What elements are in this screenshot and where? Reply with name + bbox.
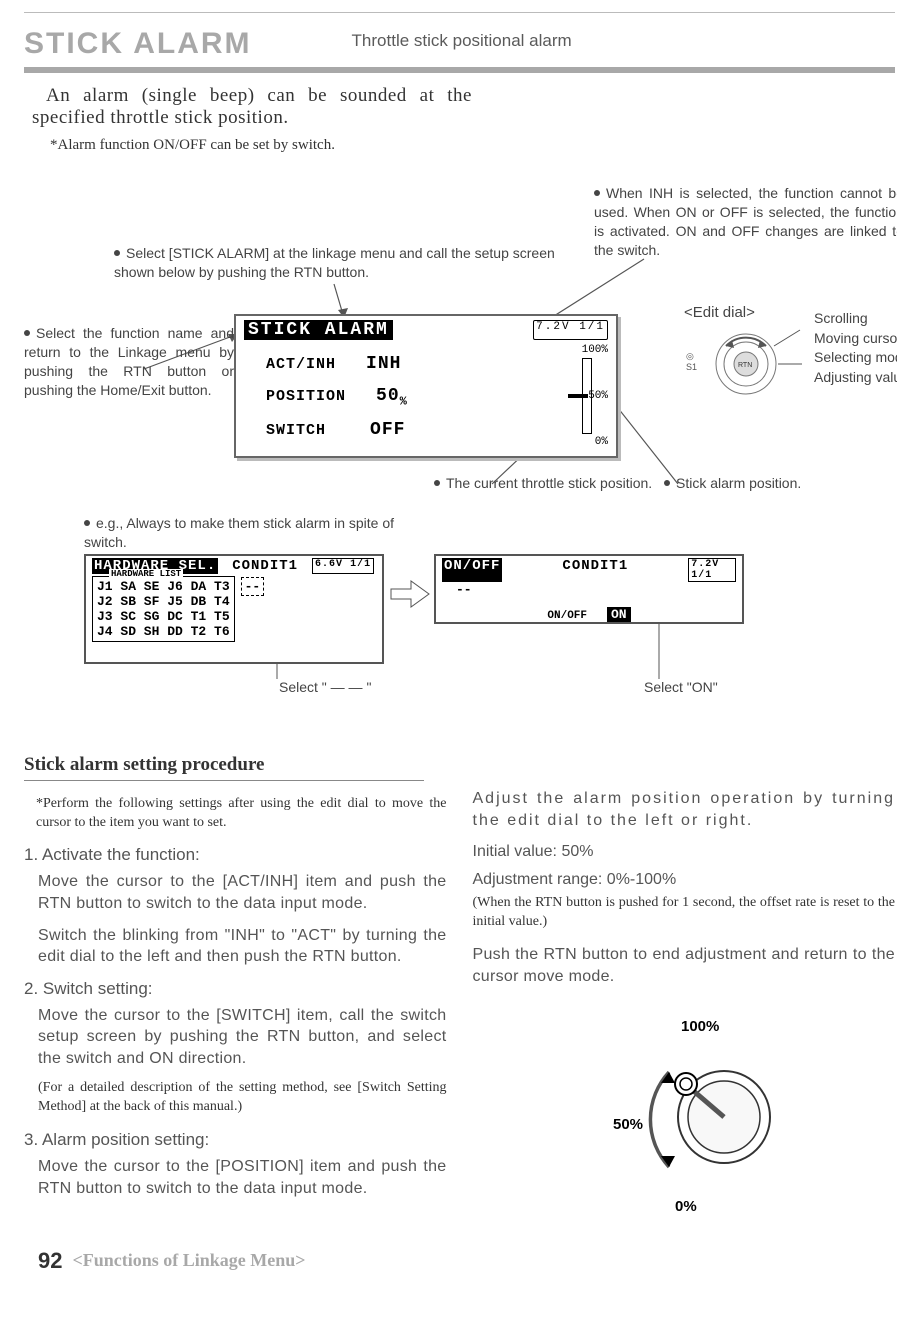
scale-0: 0% <box>595 436 608 448</box>
callout-stick-pos: Stick alarm position. <box>664 474 864 493</box>
scale-100: 100% <box>582 344 608 356</box>
on-cond: CONDIT1 <box>562 558 628 582</box>
right-t2: Initial value: 50% <box>473 841 896 863</box>
stick-50: 50% <box>613 1116 643 1133</box>
on-dash: -- <box>442 582 736 597</box>
lcd-row1-val: INH <box>366 354 401 374</box>
footer-section: <Functions of Linkage Menu> <box>72 1250 305 1271</box>
note-select-dashes: Select " — — " <box>279 679 371 695</box>
callout-current-pos: The current throttle stick position. <box>434 474 654 493</box>
on-val: ON <box>607 607 631 622</box>
dial-scrolling: Scrolling <box>814 309 897 329</box>
step2-note: (For a detailed description of the setti… <box>38 1079 447 1117</box>
step1-body1: Move the cursor to the [ACT/INH] item an… <box>38 871 447 914</box>
stick-0: 0% <box>675 1198 697 1215</box>
hw-list: J1 SA SE J6 DA T3 J2 SB SF J5 DB T4 J3 S… <box>92 576 235 642</box>
lcd-hardware: HARDWARE SEL. CONDIT1 6.6V 1/1 J1 SA SE … <box>84 554 384 664</box>
page-subtitle: Throttle stick positional alarm <box>352 31 572 51</box>
lcd-main-title: STICK ALARM <box>244 320 393 340</box>
dial-b2: Selecting mode <box>814 349 897 365</box>
lcd-row1-label: ACT/INH <box>266 356 336 373</box>
step3-body1: Move the cursor to the [POSITION] item a… <box>38 1156 447 1199</box>
step2-heading: 2. Switch setting: <box>24 978 447 1001</box>
hw-batt: 6.6V 1/1 <box>312 558 374 574</box>
step3-heading: 3. Alarm position setting: <box>24 1129 447 1152</box>
svg-text:◎: ◎ <box>686 351 694 361</box>
right-t4: Push the RTN button to end adjustment an… <box>473 944 896 987</box>
lcd-row3-val: OFF <box>370 420 405 440</box>
lcd-row2-label: POSITION <box>266 388 346 405</box>
procedure-prenote: *Perform the following settings after us… <box>36 795 447 833</box>
step1-body2: Switch the blinking from "INH" to "ACT" … <box>38 925 447 968</box>
on-batt: 7.2V 1/1 <box>688 558 736 582</box>
callout-select-menu: Select [STICK ALARM] at the linkage menu… <box>114 244 584 282</box>
svg-text:RTN: RTN <box>738 362 752 369</box>
dial-b1: Moving cursor <box>814 330 897 346</box>
note-select-on: Select "ON" <box>644 679 718 695</box>
edit-dial-label: <Edit dial> <box>684 304 755 321</box>
stick-100: 100% <box>681 1018 719 1035</box>
left-column: Stick alarm setting procedure *Perform t… <box>24 752 447 1224</box>
dial-b3: Adjusting value <box>814 369 897 385</box>
stick-diagram: 100% 50% 0% <box>473 1017 896 1224</box>
intro-text: An alarm (single beep) can be sounded at… <box>32 85 472 129</box>
callout-inh: When INH is selected, the function canno… <box>594 184 897 260</box>
page-number: 92 <box>38 1248 62 1274</box>
on-title: ON/OFF <box>442 558 502 582</box>
hw-cond: CONDIT1 <box>232 558 298 574</box>
edit-dial: <Edit dial> ◎ S1 RTN Scrolling Moving cu… <box>684 314 804 419</box>
hw-dash: -- <box>241 577 265 596</box>
diagram-zone: Select [STICK ALARM] at the linkage menu… <box>24 184 895 744</box>
svg-text:S1: S1 <box>686 362 697 372</box>
lcd-row3-label: SWITCH <box>266 422 326 439</box>
on-label: ON/OFF <box>547 610 587 622</box>
page-title: STICK ALARM <box>24 27 252 61</box>
intro-note: *Alarm function ON/OFF can be set by swi… <box>50 137 895 154</box>
right-t3: Adjustment range: 0%-100% <box>473 869 896 891</box>
right-t1: Adjust the alarm position operation by t… <box>473 788 896 831</box>
step2-body1: Move the cursor to the [SWITCH] item, ca… <box>38 1005 447 1070</box>
lcd-main: STICK ALARM 7.2V 1/1 ACT/INH INH POSITION… <box>234 314 618 458</box>
procedure-heading: Stick alarm setting procedure <box>24 752 424 781</box>
lcd-onoff: ON/OFF CONDIT1 7.2V 1/1 -- ON/OFF ON <box>434 554 744 624</box>
step1-heading: 1. Activate the function: <box>24 844 447 867</box>
lcd-row2-val: 50% <box>376 386 408 406</box>
right-note: (When the RTN button is pushed for 1 sec… <box>473 894 896 932</box>
right-column: Adjust the alarm position operation by t… <box>473 752 896 1224</box>
callout-always: e.g., Always to make them stick alarm in… <box>84 514 414 552</box>
lcd-batt: 7.2V 1/1 <box>533 320 608 340</box>
arrow-icon <box>389 579 431 614</box>
callout-return: Select the function name and return to t… <box>24 324 234 400</box>
